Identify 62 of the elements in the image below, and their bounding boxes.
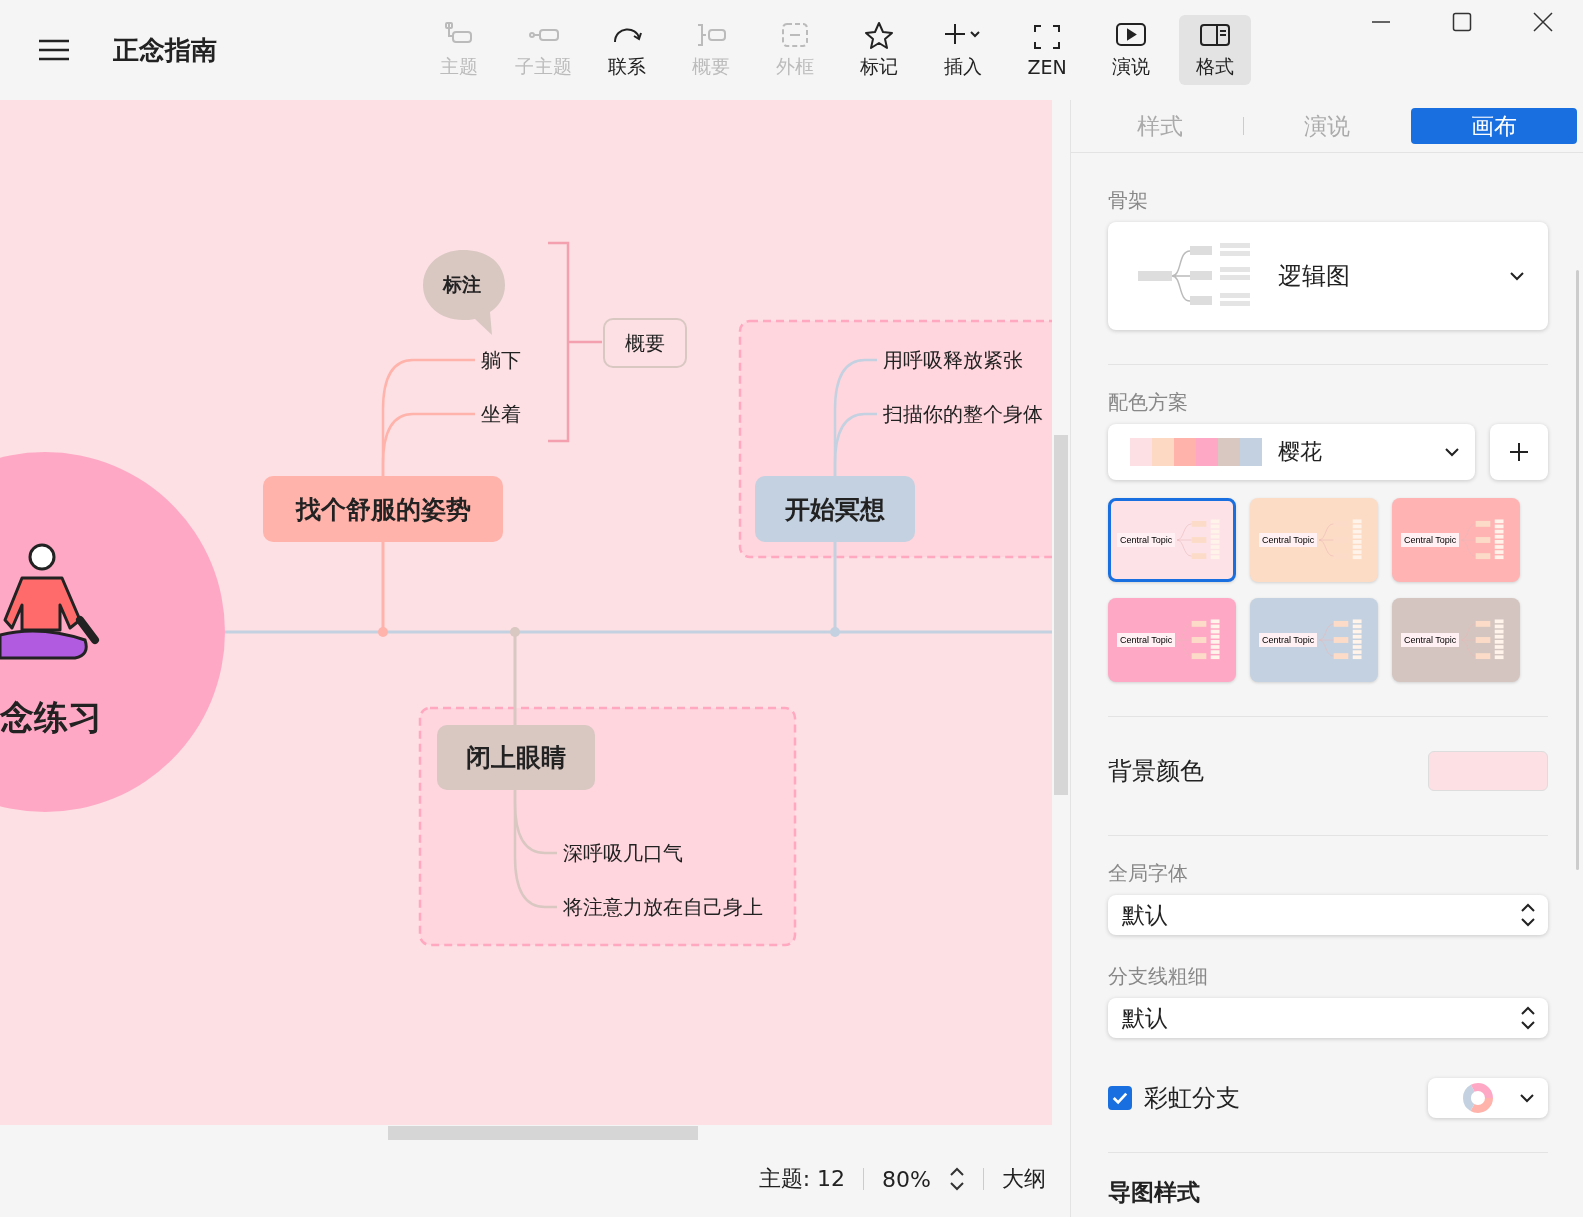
add-scheme-button[interactable]: [1490, 424, 1548, 480]
checkbox[interactable]: [1108, 1086, 1132, 1110]
central-topic-text: 念练习: [0, 696, 102, 739]
section-label: 全局字体: [1108, 860, 1189, 887]
toolbar-button[interactable]: 演说: [1095, 15, 1167, 85]
theme-thumbnail[interactable]: Central Topic: [1392, 598, 1520, 682]
zoom-level[interactable]: 80%: [882, 1166, 931, 1192]
junction-dot: [378, 627, 388, 637]
checkbox-label: 彩虹分支: [1144, 1083, 1240, 1114]
close-icon[interactable]: [1533, 12, 1553, 32]
plus-icon: [1509, 442, 1529, 462]
section-label: 骨架: [1108, 187, 1149, 214]
chevron-down-icon: [1445, 447, 1459, 457]
panel-tab[interactable]: 画布: [1410, 108, 1577, 144]
up-down-icon: [1520, 902, 1536, 928]
section-label: 配色方案: [1108, 389, 1189, 416]
setting-label: 背景颜色: [1108, 756, 1204, 787]
rainbow-color-dropdown[interactable]: [1428, 1078, 1548, 1118]
main-topic[interactable]: 开始冥想: [755, 476, 915, 542]
color-ring-icon: [1462, 1082, 1494, 1114]
boundary-frame[interactable]: [418, 706, 797, 947]
callout-bubble[interactable]: [423, 250, 505, 335]
topic-count: 主题: 12: [758, 1165, 846, 1193]
section-label: 分支线粗细: [1108, 963, 1209, 990]
subtopic[interactable]: 扫描你的整个身体: [883, 399, 1043, 429]
subtopic[interactable]: 深呼吸几口气: [563, 838, 683, 868]
logic-chart-icon: [1138, 243, 1250, 309]
theme-thumbnail[interactable]: Central Topic: [1108, 598, 1236, 682]
callout-text: 标注: [443, 272, 481, 297]
meditating-person-icon: [0, 543, 99, 660]
main-topic[interactable]: 闭上眼睛: [437, 725, 595, 790]
toolbar-button[interactable]: 联系: [591, 15, 663, 85]
summary-topic[interactable]: 概要: [603, 318, 687, 368]
menu-icon[interactable]: [39, 39, 69, 61]
outline-button[interactable]: 大纲: [1002, 1164, 1046, 1194]
junction-dot: [510, 627, 520, 637]
chevron-down-icon: [1510, 271, 1524, 281]
main-topic[interactable]: 找个舒服的姿势: [263, 476, 503, 542]
junction-dot: [830, 627, 840, 637]
zoom-stepper-icon[interactable]: [949, 1166, 965, 1192]
theme-thumbnail[interactable]: Central Topic: [1250, 598, 1378, 682]
theme-thumbnail[interactable]: Central Topic: [1392, 498, 1520, 582]
subtopic[interactable]: 躺下: [481, 345, 521, 375]
structure-dropdown[interactable]: 逻辑图: [1108, 222, 1548, 330]
subtopic[interactable]: 用呼吸释放紧张: [883, 345, 1023, 375]
maximize-icon[interactable]: [1452, 12, 1472, 32]
chevron-down-icon: [1520, 1093, 1534, 1103]
font-select[interactable]: 默认: [1108, 895, 1548, 935]
toolbar-button[interactable]: 插入: [927, 15, 999, 85]
toolbar-button[interactable]: 标记: [843, 15, 915, 85]
up-down-icon: [1520, 1005, 1536, 1031]
toolbar-button[interactable]: 格式: [1179, 15, 1251, 85]
background-color-swatch[interactable]: [1428, 751, 1548, 791]
subtopic[interactable]: 坐着: [481, 399, 521, 429]
theme-thumbnail[interactable]: Central Topic: [1250, 498, 1378, 582]
subtopic[interactable]: 将注意力放在自己身上: [563, 892, 763, 922]
section-heading: 导图样式: [1108, 1178, 1201, 1207]
line-width-select[interactable]: 默认: [1108, 998, 1548, 1038]
document-title: 正念指南: [113, 33, 218, 67]
theme-thumbnail[interactable]: Central Topic: [1108, 498, 1236, 582]
color-scheme-dropdown[interactable]: 樱花: [1108, 424, 1475, 480]
toolbar-button[interactable]: ZEN: [1011, 15, 1083, 85]
